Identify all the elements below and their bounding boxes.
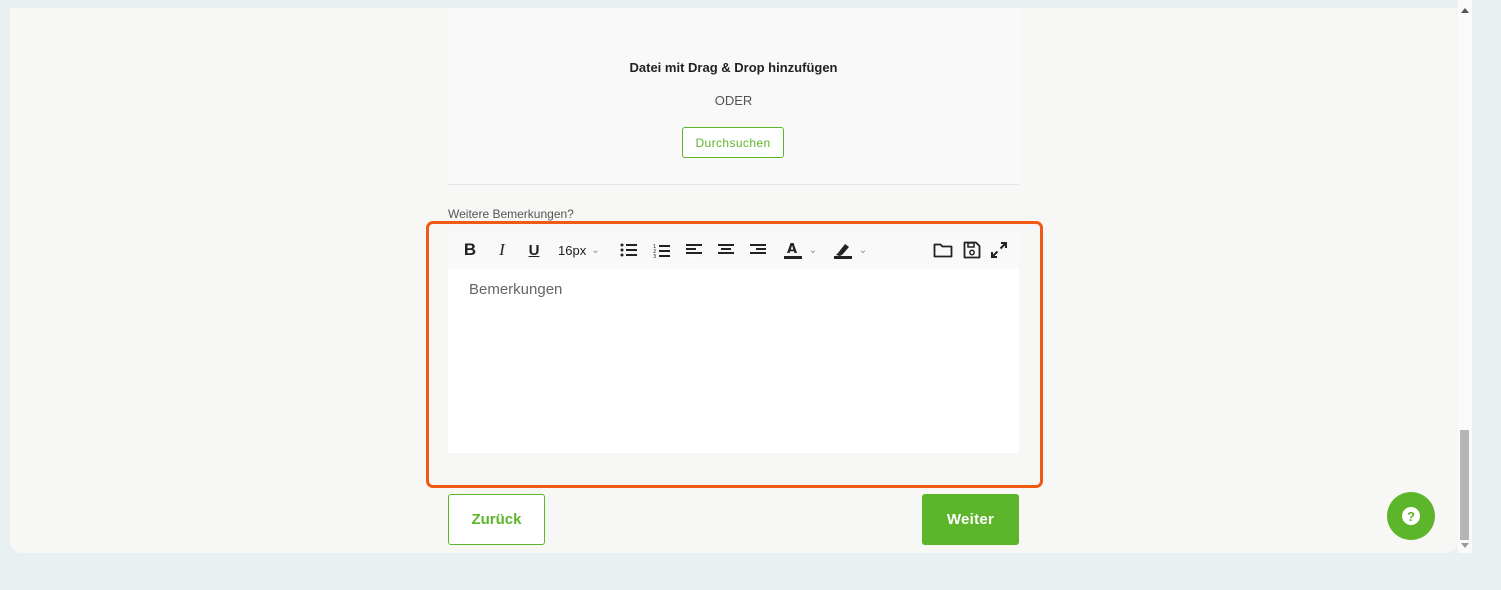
file-dropzone[interactable]: Datei mit Drag & Drop hinzufügen ODER Du…	[448, 8, 1019, 185]
next-button[interactable]: Weiter	[922, 494, 1019, 545]
scroll-up-arrow-icon[interactable]	[1461, 8, 1469, 13]
dropzone-title: Datei mit Drag & Drop hinzufügen	[629, 60, 838, 75]
browse-button[interactable]: Durchsuchen	[682, 127, 784, 158]
scrollbar-thumb[interactable]	[1460, 430, 1469, 540]
remarks-label: Weitere Bemerkungen?	[448, 207, 574, 221]
back-button[interactable]: Zurück	[448, 494, 545, 545]
question-icon: ?	[1402, 507, 1420, 525]
scroll-down-arrow-icon[interactable]	[1461, 543, 1469, 548]
dropzone-or-text: ODER	[714, 93, 753, 108]
editor-highlight-frame	[426, 221, 1043, 488]
vertical-scrollbar[interactable]	[1458, 0, 1472, 553]
help-button[interactable]: ?	[1387, 492, 1435, 540]
